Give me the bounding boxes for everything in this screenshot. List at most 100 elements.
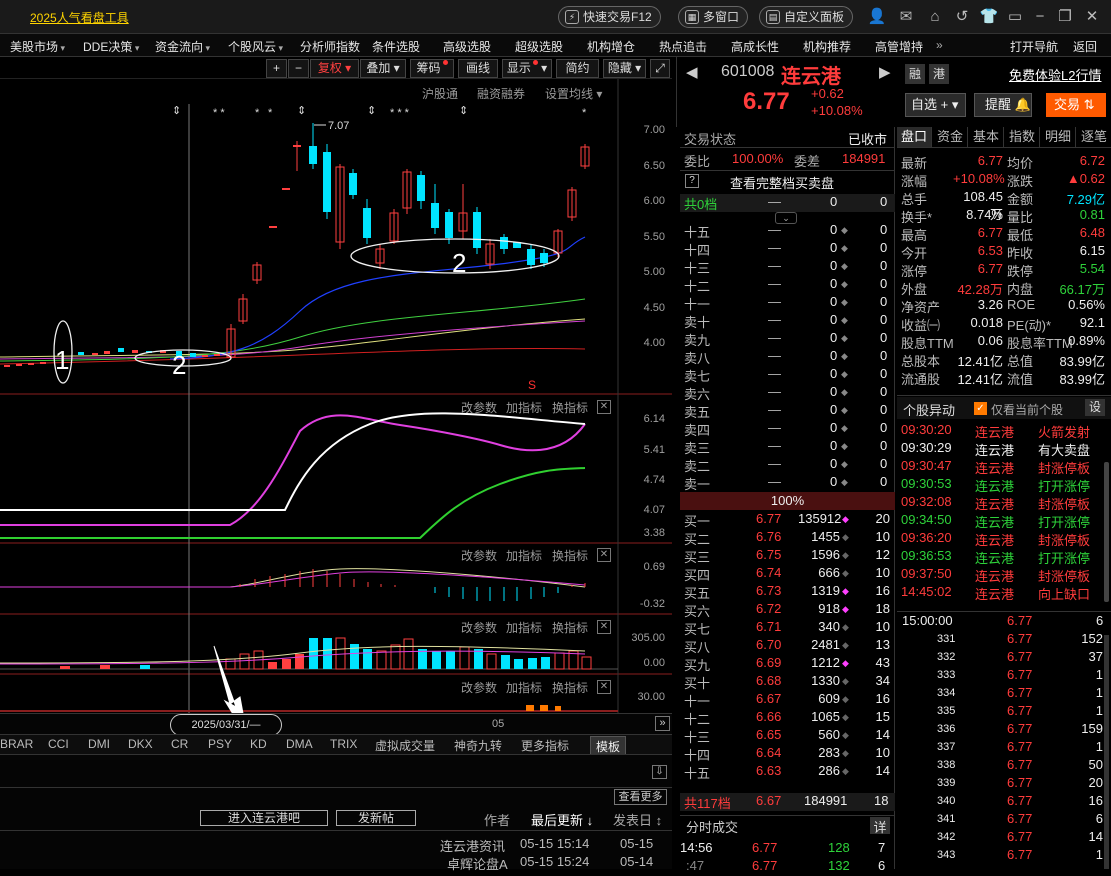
zoom-out-button[interactable]: − (288, 59, 309, 78)
tab-dma[interactable]: DMA (286, 737, 313, 751)
tab-cr[interactable]: CR (171, 737, 188, 751)
full-book-link[interactable]: 查看完整档买卖盘 (730, 173, 834, 192)
home-icon[interactable]: ⌂ (925, 7, 945, 27)
tab-psy[interactable]: PSY (208, 737, 232, 751)
tab-more-indicators[interactable]: 更多指标 (521, 737, 569, 754)
tab-dmi[interactable]: DMI (88, 737, 110, 751)
sub3-add-link[interactable]: 加指标 (506, 619, 542, 636)
sell-level-row[interactable]: 卖七 —0 ◆ 0 (680, 366, 895, 384)
next-stock-icon[interactable]: ▶ (879, 63, 891, 81)
mail-icon[interactable]: ✉ (896, 7, 916, 27)
menu-fund-flow[interactable]: 资金流向 (155, 38, 210, 55)
col-post-date[interactable]: 发表日 ↕ (613, 810, 662, 829)
chips-button[interactable]: 筹码 (410, 59, 454, 78)
anomaly-row[interactable]: 09:37:50 连云港 封涨停板 (897, 566, 1111, 584)
minimize-window-icon[interactable]: − (1030, 7, 1050, 27)
sub4-switch-link[interactable]: 换指标 (552, 679, 588, 696)
post-title[interactable]: 连云港资讯 (440, 836, 505, 855)
overlay-button[interactable]: 叠加 ▾ (360, 59, 406, 78)
sub3-close-icon[interactable]: ✕ (597, 620, 611, 634)
user-icon[interactable]: 👤 (867, 7, 887, 27)
sub1-params-link[interactable]: 改参数 (461, 399, 497, 416)
l2-trial-link[interactable]: 免费体验L2行情 (1009, 65, 1101, 84)
sell-level-row[interactable]: 十三 —0 ◆ 0 (680, 258, 895, 276)
sub4-params-link[interactable]: 改参数 (461, 679, 497, 696)
sub1-add-link[interactable]: 加指标 (506, 399, 542, 416)
anomaly-row[interactable]: 09:36:53 连云港 打开涨停 (897, 548, 1111, 566)
buy-level-row[interactable]: 十三 6.65 560 ◆ 14 (680, 727, 895, 745)
post-title[interactable]: 卓辉论盘A (447, 854, 508, 873)
sub3-switch-link[interactable]: 换指标 (552, 619, 588, 636)
anomaly-row[interactable]: 09:30:53 连云港 打开涨停 (897, 476, 1111, 494)
stats-tab[interactable]: 明细 (1041, 127, 1076, 147)
buy-level-row[interactable]: 买四 6.74 666 ◆ 10 (680, 565, 895, 583)
sell-level-row[interactable]: 卖六 —0 ◆ 0 (680, 384, 895, 402)
menu-high-growth[interactable]: 高成长性 (731, 38, 779, 55)
buy-level-row[interactable]: 买八 6.70 2481 ◆ 13 (680, 637, 895, 655)
display-button[interactable]: 显示 ▾ (502, 59, 552, 78)
sell-level-row[interactable]: 卖八 —0 ◆ 0 (680, 348, 895, 366)
sub4-close-icon[interactable]: ✕ (597, 680, 611, 694)
buy-level-row[interactable]: 买五 6.73 1319 ◆ 16 (680, 583, 895, 601)
trade-button[interactable]: 交易 ⇅ (1046, 93, 1106, 117)
sell-level-row[interactable]: 卖九 —0 ◆ 0 (680, 330, 895, 348)
anomaly-row[interactable]: 09:30:29 连云港 有大卖盘 (897, 440, 1111, 458)
buy-level-row[interactable]: 买十 6.68 1330 ◆ 34 (680, 673, 895, 691)
buy-level-row[interactable]: 买三 6.75 1596 ◆ 12 (680, 547, 895, 565)
margin-badge[interactable]: 融 (905, 64, 925, 84)
menu-stock-news[interactable]: 个股风云 (228, 38, 283, 55)
fuquan-button[interactable]: 复权 ▾ (310, 59, 359, 78)
ticks-detail-button[interactable]: 详 (870, 817, 890, 835)
scroll-right-button[interactable]: » (655, 716, 670, 731)
anomaly-row[interactable]: 09:34:50 连云港 打开涨停 (897, 512, 1111, 530)
prev-stock-icon[interactable]: ◀ (686, 63, 698, 81)
draw-line-button[interactable]: 画线 (458, 59, 498, 78)
menu-inst-recommend[interactable]: 机构推荐 (803, 38, 851, 55)
help-icon[interactable]: ? (685, 174, 699, 188)
sell-level-row[interactable]: 卖四 —0 ◆ 0 (680, 420, 895, 438)
multi-window-button[interactable]: ▦ 多窗口 (678, 6, 749, 28)
tab-kd[interactable]: KD (250, 737, 267, 751)
fullscreen-icon[interactable]: ⤢ (650, 59, 670, 78)
sub4-add-link[interactable]: 加指标 (506, 679, 542, 696)
menu-inst-increase[interactable]: 机构增仓 (587, 38, 635, 55)
sell-level-row[interactable]: 卖五 —0 ◆ 0 (680, 402, 895, 420)
enter-forum-button[interactable]: 进入连云港吧 (200, 810, 328, 826)
buy-level-row[interactable]: 买九 6.69 1212 ◆ 43 (680, 655, 895, 673)
only-current-checkbox[interactable]: ✓ (974, 402, 987, 415)
buy-level-row[interactable]: 十五 6.63 286 ◆ 14 (680, 763, 895, 781)
sell-level-row[interactable]: 卖二 —0 ◆ 0 (680, 456, 895, 474)
tab-virtual-volume[interactable]: 虚拟成交量 (375, 737, 435, 754)
view-more-button[interactable]: 查看更多 (614, 789, 667, 805)
sub2-close-icon[interactable]: ✕ (597, 548, 611, 562)
remind-button[interactable]: 提醒 🔔 (974, 93, 1032, 117)
close-window-icon[interactable]: ✕ (1082, 7, 1102, 27)
sell-level-row[interactable]: 十四 —0 ◆ 0 (680, 240, 895, 258)
tab-cci[interactable]: CCI (48, 737, 69, 751)
buy-level-row[interactable]: 十四 6.64 283 ◆ 10 (680, 745, 895, 763)
custom-panel-button[interactable]: ▤ 自定义面板 (759, 6, 854, 28)
menu-hotspot[interactable]: 热点追击 (659, 38, 707, 55)
stats-tab[interactable]: 盘口 (897, 127, 932, 147)
new-post-button[interactable]: 发新帖 (336, 810, 416, 826)
add-watch-button[interactable]: 自选 + ▾ (905, 93, 966, 117)
collapse-icon[interactable]: ⇩ (652, 765, 667, 779)
sub2-switch-link[interactable]: 换指标 (552, 547, 588, 564)
anomaly-row[interactable]: 09:32:08 连云港 封涨停板 (897, 494, 1111, 512)
sell-level-row[interactable]: 卖一 —0 ◆ 0 (680, 474, 895, 492)
refresh-icon[interactable]: ↺ (952, 7, 972, 27)
hk-connect-badge[interactable]: 港 (929, 64, 949, 84)
menu-advanced-select[interactable]: 高级选股 (443, 38, 491, 55)
sell-level-row[interactable]: 卖十 —0 ◆ 0 (680, 312, 895, 330)
quick-trade-button[interactable]: ⚡ 快速交易F12 (558, 6, 661, 28)
menu-exec-increase[interactable]: 高管增持 (875, 38, 923, 55)
menu-condition-select[interactable]: 条件选股 (372, 38, 420, 55)
hide-button[interactable]: 隐藏 ▾ (603, 59, 646, 78)
buy-level-row[interactable]: 买二 6.76 1455 ◆ 10 (680, 529, 895, 547)
open-nav-link[interactable]: 打开导航 (1010, 38, 1058, 55)
buy-level-row[interactable]: 十二 6.66 1065 ◆ 15 (680, 709, 895, 727)
sub1-close-icon[interactable]: ✕ (597, 400, 611, 414)
minimize-icon[interactable]: ▭ (1005, 7, 1025, 27)
stats-tab[interactable]: 基本 (969, 127, 1004, 147)
anomaly-row[interactable]: 09:36:20 连云港 封涨停板 (897, 530, 1111, 548)
